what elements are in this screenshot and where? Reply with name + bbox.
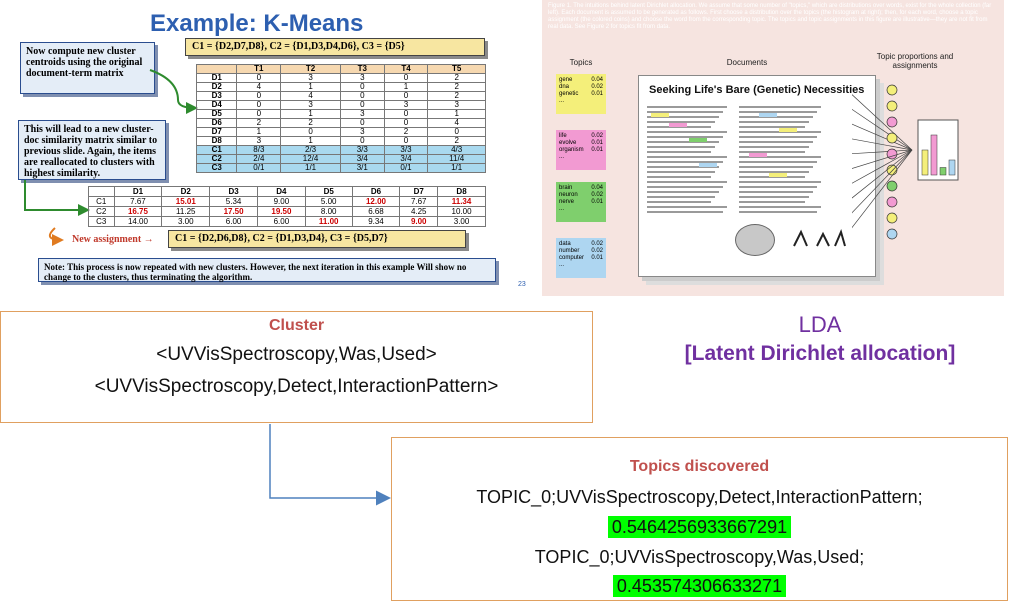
topic-1-label: TOPIC_0;UVVisSpectroscopy,Detect,Interac… bbox=[476, 487, 923, 507]
topic-1-score-row: 0.5464256933667291 bbox=[392, 516, 1007, 538]
topic-2-score: 0.453574306633271 bbox=[612, 575, 787, 597]
topic-2-score-row: 0.453574306633271 bbox=[392, 575, 1007, 597]
topics-title: Topics discovered bbox=[629, 458, 770, 475]
topics-discovered-box: Topics discovered TOPIC_0;UVVisSpectrosc… bbox=[391, 437, 1008, 601]
topic-1-score: 0.5464256933667291 bbox=[607, 516, 792, 538]
topic-2-label: TOPIC_0;UVVisSpectroscopy,Was,Used; bbox=[534, 547, 865, 567]
